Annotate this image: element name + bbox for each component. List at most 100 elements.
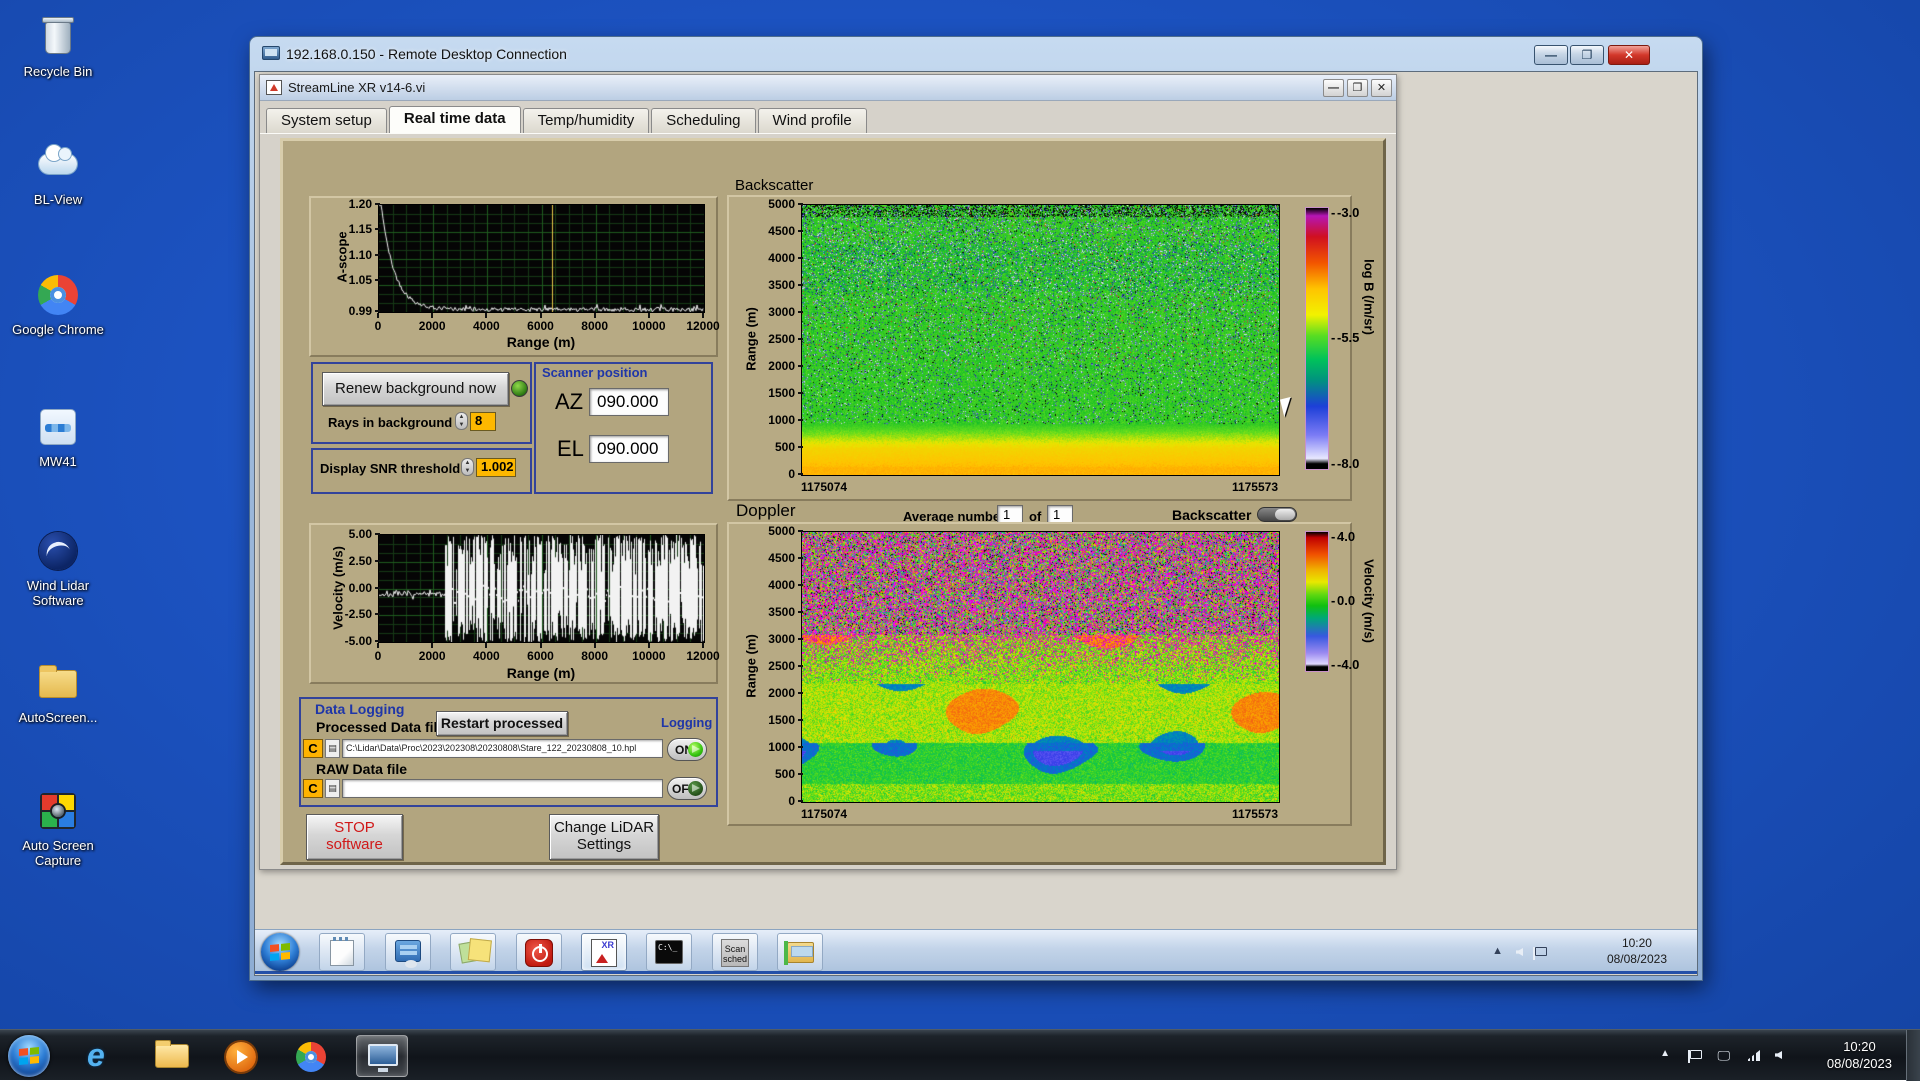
tick-mark bbox=[798, 473, 803, 475]
axis-tick-label: - bbox=[1331, 657, 1336, 672]
taskbar-internet-explorer[interactable]: e bbox=[76, 1035, 128, 1077]
backscatter-toggle[interactable] bbox=[1257, 507, 1297, 522]
snr-label: Display SNR threshold bbox=[320, 461, 461, 476]
tab-wind-profile[interactable]: Wind profile bbox=[757, 108, 867, 133]
background-led bbox=[511, 380, 528, 397]
tick-mark bbox=[647, 313, 650, 318]
tab-system-setup[interactable]: System setup bbox=[266, 108, 387, 133]
start-button[interactable] bbox=[8, 1035, 50, 1077]
raw-drive-badge[interactable]: C bbox=[303, 779, 323, 798]
tick-mark bbox=[593, 313, 596, 318]
tick-mark bbox=[798, 638, 803, 640]
remote-taskbar-cmd[interactable]: C:\_ bbox=[646, 933, 692, 971]
remote-action-flag-icon[interactable] bbox=[1533, 947, 1547, 960]
tick-mark bbox=[593, 643, 596, 648]
app-minimize-button[interactable]: — bbox=[1323, 79, 1344, 97]
tick-mark bbox=[375, 613, 380, 616]
clock[interactable]: 10:20 08/08/2023 bbox=[1827, 1038, 1892, 1072]
raw-path-field[interactable] bbox=[342, 779, 663, 798]
desktop-icon-mw41[interactable]: MW41 bbox=[6, 404, 110, 469]
snr-field[interactable]: 1.002 bbox=[476, 458, 516, 477]
axis-tick-label: 3500 bbox=[768, 605, 795, 619]
streamline-titlebar[interactable]: StreamLine XR v14-6.vi — ❐ ✕ bbox=[260, 75, 1396, 101]
rdp-close-button[interactable]: ✕ bbox=[1608, 45, 1650, 65]
tick-mark bbox=[539, 313, 542, 318]
az-field[interactable]: 090.000 bbox=[589, 388, 669, 416]
desktop-icon-autoscreen[interactable]: AutoScreen... bbox=[6, 660, 110, 725]
remote-taskbar-control-app[interactable] bbox=[385, 933, 431, 971]
el-field[interactable]: 090.000 bbox=[589, 435, 669, 463]
axis-tick-label: 0.00 bbox=[348, 580, 372, 595]
stop-line1: STOP bbox=[334, 819, 375, 836]
restart-processed-file-button[interactable]: Restart processed file bbox=[436, 711, 568, 754]
stop-line2: software bbox=[326, 836, 383, 853]
axis-tick-label: 1500 bbox=[768, 713, 795, 727]
processed-drive-badge[interactable]: C bbox=[303, 739, 323, 758]
tick-mark bbox=[375, 310, 380, 312]
tv-icon[interactable]: 🖵 bbox=[1717, 1048, 1730, 1064]
desktop-icon-label: Wind Lidar Software bbox=[26, 578, 90, 608]
raw-browse-icon[interactable]: ▤ bbox=[325, 779, 340, 798]
tick-mark bbox=[375, 640, 380, 642]
desktop-icon-recycle-bin[interactable]: Recycle Bin bbox=[6, 14, 110, 79]
bl-view-icon bbox=[35, 142, 81, 188]
change-line1: Change LiDAR bbox=[553, 819, 655, 836]
stop-software-button[interactable]: STOP software bbox=[306, 814, 403, 860]
remote-start-button[interactable] bbox=[261, 933, 299, 971]
taskbar-remote-desktop[interactable] bbox=[356, 1035, 408, 1077]
tick-mark bbox=[798, 230, 803, 232]
axis-tick-label: 1500 bbox=[768, 386, 795, 400]
rdp-minimize-button[interactable]: — bbox=[1534, 45, 1568, 65]
rdp-maximize-button[interactable]: ❐ bbox=[1570, 45, 1604, 65]
processed-path-field[interactable]: C:\Lidar\Data\Proc\2023\202308\20230808\… bbox=[342, 739, 663, 758]
snr-spinner[interactable]: ▲ ▼ bbox=[461, 458, 474, 476]
processed-browse-icon[interactable]: ▤ bbox=[325, 739, 340, 758]
scanner-position-group bbox=[534, 362, 713, 494]
remote-taskbar-folder[interactable] bbox=[777, 933, 823, 971]
renew-background-button[interactable]: Renew background now bbox=[322, 372, 509, 406]
tab-real-time-data[interactable]: Real time data bbox=[388, 106, 521, 133]
logging-on-button[interactable]: ON bbox=[667, 738, 707, 761]
folder-icon bbox=[35, 660, 81, 706]
axis-tick-label: 1000 bbox=[768, 740, 795, 754]
tab-scheduling[interactable]: Scheduling bbox=[651, 108, 756, 133]
remote-taskbar-scan-sched[interactable]: Scan sched bbox=[712, 933, 758, 971]
remote-clock[interactable]: 10:20 08/08/2023 bbox=[1607, 935, 1667, 967]
rays-field[interactable]: 8 bbox=[470, 412, 496, 431]
remote-taskbar-notepad[interactable] bbox=[319, 933, 365, 971]
change-lidar-settings-button[interactable]: Change LiDAR Settings bbox=[549, 814, 659, 860]
remote-hidden-icons-arrow[interactable]: ▲ bbox=[1492, 945, 1503, 957]
remote-taskbar-streamline-xr[interactable]: XR bbox=[581, 933, 627, 971]
desktop-icon-auto-screen-capture[interactable]: Auto Screen Capture bbox=[6, 788, 110, 868]
volume-icon[interactable] bbox=[1775, 1051, 1782, 1059]
tick-mark bbox=[375, 253, 380, 256]
axis-tick-label: 2.50 bbox=[348, 553, 372, 568]
action-center-flag-icon[interactable] bbox=[1688, 1050, 1702, 1063]
network-icon[interactable] bbox=[1746, 1050, 1760, 1061]
axis-tick-label: 2000 bbox=[418, 319, 446, 333]
taskbar-media-player[interactable] bbox=[216, 1035, 268, 1077]
hidden-icons-arrow[interactable]: ▲ bbox=[1660, 1048, 1670, 1059]
remote-volume-icon[interactable] bbox=[1516, 948, 1523, 956]
app-maximize-button[interactable]: ❐ bbox=[1347, 79, 1368, 97]
desktop-icon-wind-lidar[interactable]: Wind Lidar Software bbox=[6, 528, 110, 608]
tick-mark bbox=[375, 586, 380, 589]
axis-tick-label: 1.15 bbox=[348, 222, 372, 237]
remote-taskbar-sticky-notes[interactable] bbox=[450, 933, 496, 971]
show-desktop-button[interactable] bbox=[1906, 1030, 1920, 1081]
taskbar-chrome[interactable] bbox=[286, 1035, 338, 1077]
desktop-icon-google-chrome[interactable]: Google Chrome bbox=[6, 272, 110, 337]
axis-tick-label: 8000 bbox=[581, 649, 608, 663]
tick-mark bbox=[798, 311, 803, 313]
app-close-button[interactable]: ✕ bbox=[1371, 79, 1392, 97]
remote-taskbar-power-app[interactable] bbox=[516, 933, 562, 971]
taskbar-explorer[interactable] bbox=[146, 1035, 198, 1077]
axis-tick-label: - bbox=[1331, 205, 1336, 220]
desktop-icon-bl-view[interactable]: BL-View bbox=[6, 142, 110, 207]
axis-tick-label: 0.99 bbox=[348, 304, 372, 318]
logging-off-button[interactable]: OFF bbox=[667, 777, 707, 800]
rays-spinner[interactable]: ▲ ▼ bbox=[455, 412, 468, 430]
rdp-computer-icon bbox=[262, 46, 280, 60]
tab-temp-humidity[interactable]: Temp/humidity bbox=[522, 108, 650, 133]
rdp-titlebar[interactable]: 192.168.0.150 - Remote Desktop Connectio… bbox=[250, 37, 1702, 71]
